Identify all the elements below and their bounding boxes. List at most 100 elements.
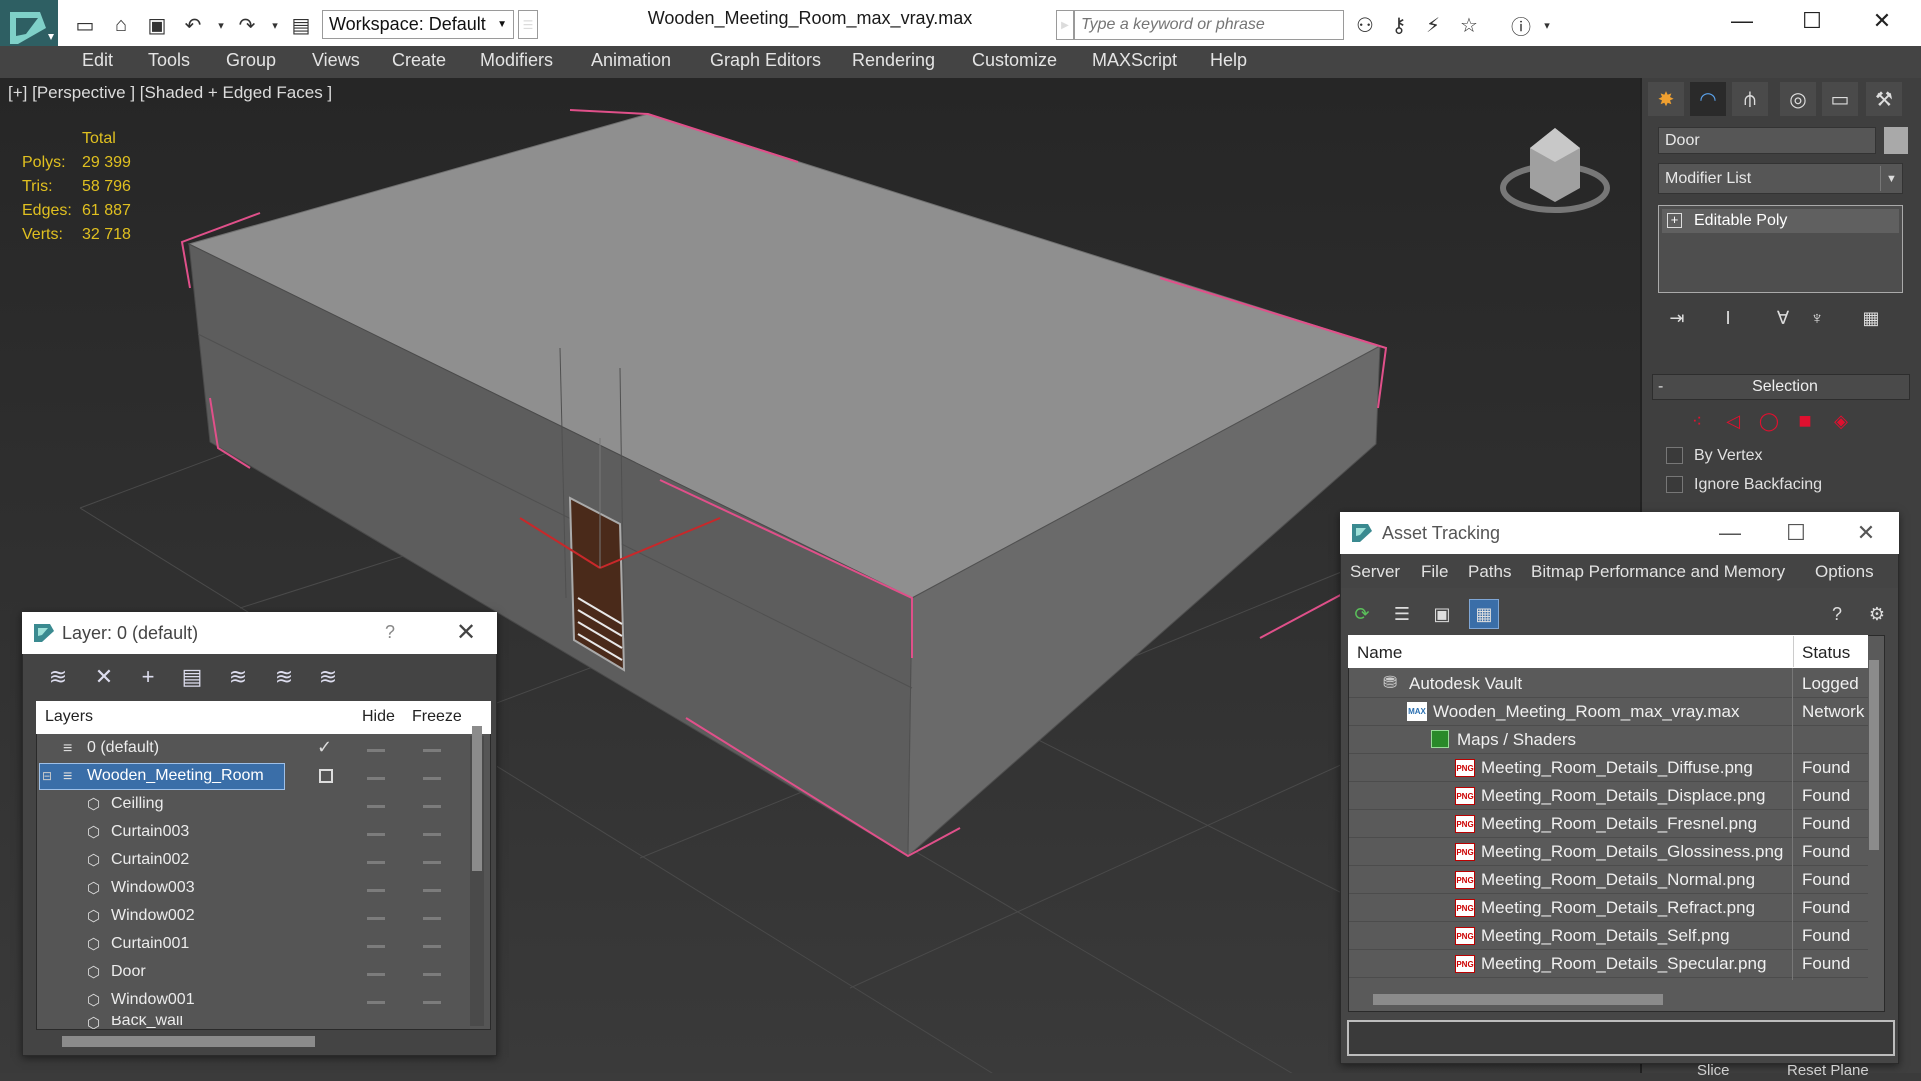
current-layer-box[interactable]: [319, 769, 333, 783]
favorites-star-icon[interactable]: ☆: [1456, 12, 1482, 38]
asset-close-button[interactable]: ✕: [1846, 518, 1886, 548]
hide-toggle[interactable]: [367, 889, 385, 892]
layer-row[interactable]: ⬡ Window002: [37, 903, 465, 931]
freeze-toggle[interactable]: [423, 805, 441, 808]
col-freeze[interactable]: Freeze: [412, 708, 462, 726]
menu-create[interactable]: Create: [392, 50, 446, 74]
menu-rendering[interactable]: Rendering: [852, 50, 935, 74]
hide-toggle[interactable]: [367, 917, 385, 920]
layer-scroll-thumb[interactable]: [472, 726, 482, 871]
menu-edit[interactable]: Edit: [82, 50, 113, 74]
asset-horizontal-scroll-thumb[interactable]: [1373, 994, 1663, 1005]
motion-tab-icon[interactable]: ◎: [1780, 82, 1816, 116]
menu-graph-editors[interactable]: Graph Editors: [710, 50, 821, 74]
workspace-menu-button[interactable]: ☰: [518, 10, 538, 39]
menu-modifiers[interactable]: Modifiers: [480, 50, 553, 74]
asset-row[interactable]: PNG Meeting_Room_Details_Diffuse.png Fou…: [1349, 755, 1868, 782]
select-objects-icon[interactable]: ▤: [176, 662, 208, 692]
asset-menu-file[interactable]: File: [1421, 562, 1448, 582]
menu-maxscript[interactable]: MAXScript: [1092, 50, 1177, 74]
asset-row[interactable]: Maps / Shaders: [1349, 727, 1868, 754]
chevron-down-icon[interactable]: ▼: [1880, 166, 1902, 191]
redo-dropdown-icon[interactable]: ▾: [262, 12, 288, 38]
modifier-list-dropdown[interactable]: Modifier List: [1658, 163, 1903, 194]
minimize-button[interactable]: —: [1722, 6, 1762, 36]
menu-group[interactable]: Group: [226, 50, 276, 74]
asset-menu-bitmap-performance[interactable]: Bitmap Performance and Memory: [1531, 562, 1785, 582]
hide-toggle[interactable]: [367, 1001, 385, 1004]
asset-row[interactable]: PNG Meeting_Room_Details_Refract.png Fou…: [1349, 895, 1868, 922]
list-view-icon[interactable]: ☰: [1387, 599, 1417, 629]
layer-horizontal-scroll-thumb[interactable]: [62, 1036, 315, 1047]
create-tab-icon[interactable]: ✸: [1648, 82, 1684, 116]
object-name-field[interactable]: [1658, 127, 1876, 154]
hide-toggle[interactable]: [367, 833, 385, 836]
asset-path-field[interactable]: [1347, 1020, 1895, 1056]
add-to-layer-icon[interactable]: +: [132, 662, 164, 692]
asset-maximize-button[interactable]: ☐: [1776, 518, 1816, 548]
hide-toggle[interactable]: [367, 749, 385, 752]
object-color-swatch[interactable]: [1884, 127, 1908, 154]
make-unique-icon[interactable]: ∀: [1768, 304, 1798, 332]
menu-help[interactable]: Help: [1210, 50, 1247, 74]
hide-all-icon[interactable]: ≋: [268, 662, 300, 692]
edge-mode-icon[interactable]: ◁: [1720, 408, 1746, 434]
freeze-toggle[interactable]: [423, 917, 441, 920]
layer-row[interactable]: ⬡ Curtain002: [37, 847, 465, 875]
vault-settings-icon[interactable]: ⚙: [1862, 599, 1892, 629]
hide-toggle[interactable]: [367, 945, 385, 948]
col-hide[interactable]: Hide: [362, 708, 395, 726]
help-icon[interactable]: ⓘ: [1508, 12, 1534, 39]
collapse-icon[interactable]: ⊟: [42, 769, 52, 783]
col-name[interactable]: Name: [1357, 643, 1402, 663]
asset-row[interactable]: PNG Meeting_Room_Details_Normal.png Foun…: [1349, 867, 1868, 894]
new-layer-icon[interactable]: ≋: [42, 662, 74, 692]
freeze-toggle[interactable]: [423, 973, 441, 976]
expand-plus-icon[interactable]: +: [1667, 213, 1682, 228]
asset-vertical-scroll-thumb[interactable]: [1869, 660, 1879, 850]
layer-row[interactable]: ⬡ Curtain003: [37, 819, 465, 847]
polygon-mode-icon[interactable]: ■: [1792, 408, 1818, 434]
menu-customize[interactable]: Customize: [972, 50, 1057, 74]
open-file-icon[interactable]: ⌂: [108, 12, 134, 38]
remove-modifier-icon[interactable]: ♆: [1802, 304, 1832, 332]
maximize-button[interactable]: ☐: [1792, 6, 1832, 36]
stack-item-editable-poly[interactable]: Editable Poly: [1662, 209, 1899, 233]
hide-toggle[interactable]: [367, 861, 385, 864]
asset-menu-paths[interactable]: Paths: [1468, 562, 1511, 582]
border-mode-icon[interactable]: ◯: [1756, 408, 1782, 434]
freeze-toggle[interactable]: [423, 861, 441, 864]
project-folder-icon[interactable]: ▤: [288, 12, 314, 38]
asset-row[interactable]: PNG Meeting_Room_Details_Glossiness.png …: [1349, 839, 1868, 866]
close-button[interactable]: ✕: [1862, 6, 1902, 36]
layer-row[interactable]: ≡ 0 (default) ✓: [37, 735, 465, 763]
redo-icon[interactable]: ↷: [234, 12, 260, 38]
asset-row[interactable]: MAX Wooden_Meeting_Room_max_vray.max Net…: [1349, 699, 1868, 726]
by-vertex-checkbox[interactable]: [1666, 447, 1683, 464]
menu-tools[interactable]: Tools: [148, 50, 190, 74]
save-file-icon[interactable]: ▣: [144, 12, 170, 38]
asset-menu-server[interactable]: Server: [1350, 562, 1400, 582]
asset-minimize-button[interactable]: —: [1710, 518, 1750, 548]
layer-row-selected[interactable]: ⊟ ≡ Wooden_Meeting_Room: [37, 763, 465, 791]
hierarchy-tab-icon[interactable]: ⫛: [1732, 82, 1768, 116]
workspace-selector[interactable]: Workspace: Default ▼: [322, 10, 514, 39]
table-view-icon[interactable]: ▦: [1469, 599, 1499, 629]
hide-toggle[interactable]: [367, 805, 385, 808]
layer-help-button[interactable]: ?: [385, 622, 395, 643]
freeze-toggle[interactable]: [423, 833, 441, 836]
freeze-toggle[interactable]: [423, 749, 441, 752]
hide-toggle[interactable]: [367, 973, 385, 976]
display-tab-icon[interactable]: ▭: [1822, 82, 1858, 116]
asset-row[interactable]: PNG Meeting_Room_Details_Fresnel.png Fou…: [1349, 811, 1868, 838]
asset-row[interactable]: ⛃ Autodesk Vault Logged: [1349, 671, 1868, 698]
thumbnail-view-icon[interactable]: ▣: [1427, 599, 1457, 629]
undo-dropdown-icon[interactable]: ▾: [208, 12, 234, 38]
ignore-backfacing-checkbox[interactable]: [1666, 476, 1683, 493]
layer-row[interactable]: ⬡ Door: [37, 959, 465, 987]
modify-tab-icon[interactable]: ◠: [1690, 82, 1726, 116]
layer-row[interactable]: ⬡ Window003: [37, 875, 465, 903]
collapse-minus-icon[interactable]: -: [1658, 378, 1663, 396]
freeze-all-icon[interactable]: ≋: [312, 662, 344, 692]
binoculars-icon[interactable]: ⚇: [1352, 12, 1378, 38]
